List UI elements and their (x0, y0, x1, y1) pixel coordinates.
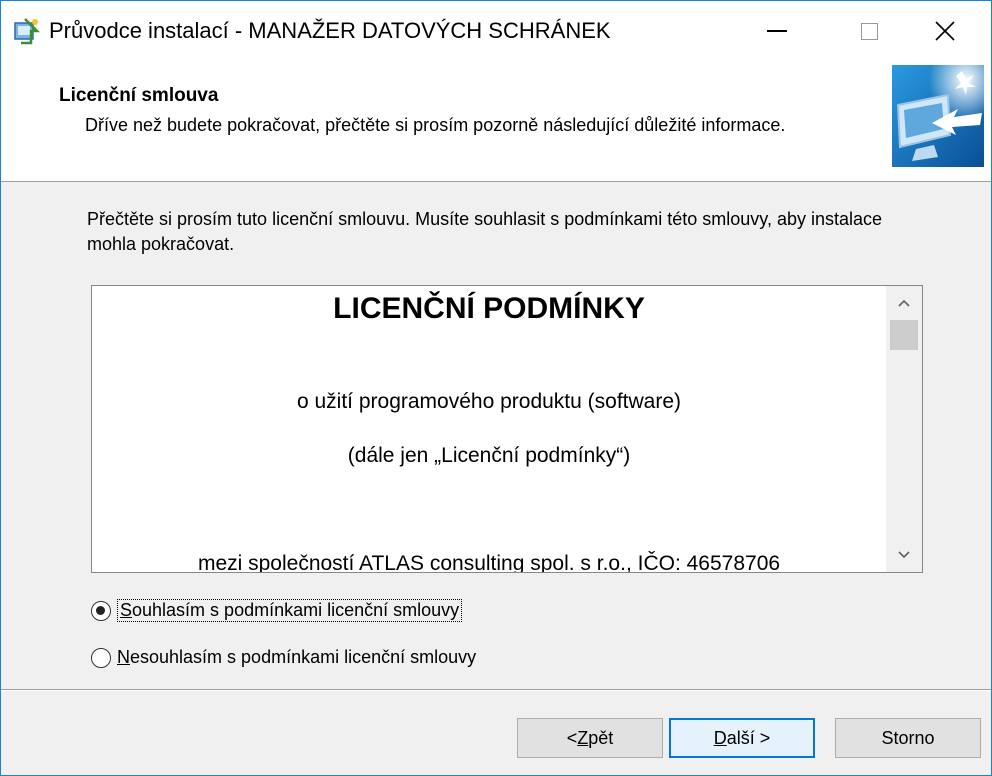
next-button[interactable]: Další > (669, 718, 815, 758)
license-instructions: Přečtěte si prosím tuto licenční smlouvu… (87, 209, 883, 254)
scroll-down-button[interactable] (886, 538, 922, 572)
minimize-button[interactable] (731, 1, 823, 61)
accept-radio-label[interactable]: Souhlasím s podmínkami licenční smlouvy (117, 599, 463, 622)
cancel-button[interactable]: Storno (835, 718, 981, 758)
accept-radio-option[interactable]: Souhlasím s podmínkami licenční smlouvy (91, 599, 463, 622)
maximize-icon (860, 22, 878, 40)
decline-radio-label[interactable]: Nesouhlasím s podmínkami licenční smlouv… (117, 647, 476, 668)
setup-app-icon (14, 18, 41, 45)
close-icon (935, 21, 955, 41)
decline-radio[interactable] (91, 647, 111, 668)
scroll-up-button[interactable] (886, 286, 922, 320)
license-scrollbar[interactable] (886, 286, 922, 572)
computer-arrow-logo-icon (892, 65, 984, 167)
footer-divider (1, 689, 991, 691)
license-text-box[interactable]: LICENČNÍ PODMÍNKY o užití programového p… (91, 285, 923, 573)
title-bar[interactable]: Průvodce instalací - MANAŽER DATOVÝCH SC… (1, 1, 991, 61)
window-title: Průvodce instalací - MANAŽER DATOVÝCH SC… (49, 18, 611, 43)
accept-radio[interactable] (91, 600, 111, 621)
license-line: o užití programového produktu (software) (296, 390, 682, 413)
license-text: LICENČNÍ PODMÍNKY o užití programového p… (92, 286, 886, 572)
decline-radio-option[interactable]: Nesouhlasím s podmínkami licenční smlouv… (91, 647, 476, 668)
chevron-up-icon (898, 299, 910, 307)
license-line: (dále jen „Licenční podmínky“) (347, 444, 631, 467)
page-subtitle: Dříve než budete pokračovat, přečtěte si… (85, 115, 786, 135)
wizard-header: Licenční smlouva Dříve než budete pokrač… (1, 61, 991, 182)
scroll-thumb[interactable] (890, 320, 918, 350)
minimize-icon (767, 30, 787, 32)
chevron-down-icon (898, 551, 910, 559)
license-line: mezi společností ATLAS consulting spol. … (197, 552, 781, 572)
license-heading: LICENČNÍ PODMÍNKY (333, 292, 645, 325)
page-title: Licenční smlouva (59, 85, 219, 106)
installer-window: Průvodce instalací - MANAŽER DATOVÝCH SC… (0, 0, 992, 776)
close-button[interactable] (899, 1, 991, 61)
back-button[interactable]: < Zpět (517, 718, 663, 758)
